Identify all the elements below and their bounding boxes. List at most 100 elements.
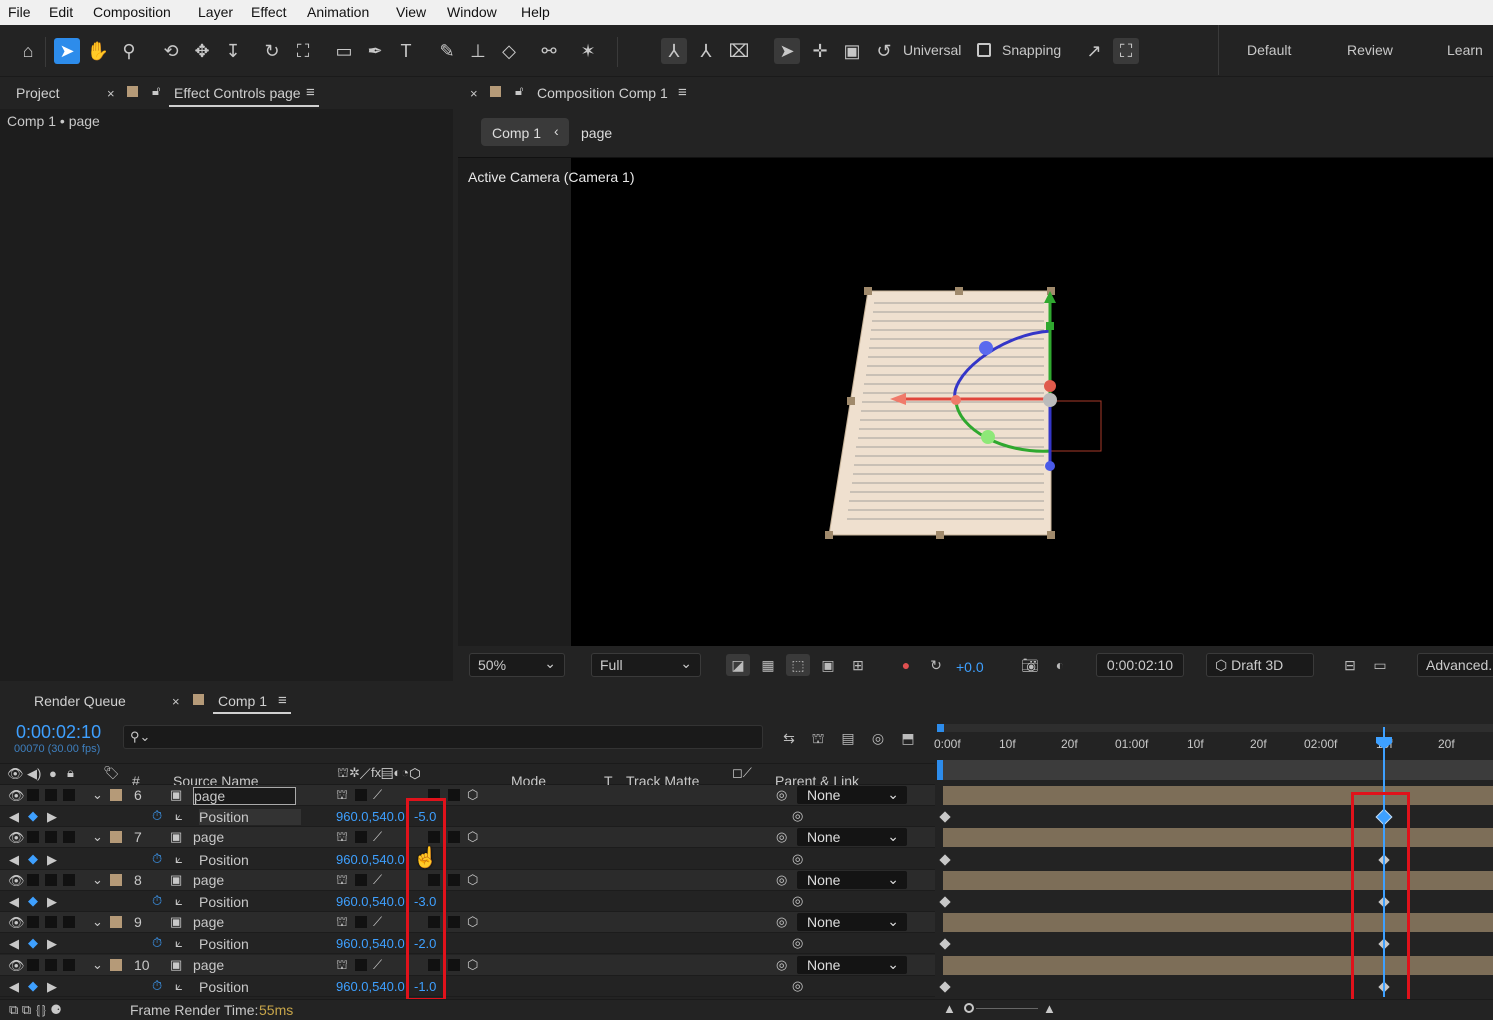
clone-stamp-icon[interactable]: ⊥ — [465, 38, 491, 64]
visibility-eye-icon[interactable]: 👁︎ — [8, 830, 25, 846]
3d-layer-icon[interactable]: ⬡ — [467, 914, 478, 930]
time-navigator[interactable] — [940, 760, 1493, 780]
prev-keyframe-icon[interactable]: ◀ — [9, 894, 19, 910]
snap-target-icon[interactable]: ⛶ — [1113, 38, 1139, 64]
toggle-switches-icon[interactable]: ⧉ ⧉ ⦃⦄ ⚈ — [9, 1002, 61, 1018]
position-xy-value[interactable]: 960.0,540.0 — [336, 979, 405, 994]
audio-toggle[interactable] — [27, 958, 39, 971]
add-keyframe-icon[interactable]: ◆ — [28, 978, 38, 994]
menu-help[interactable]: Help — [521, 4, 550, 20]
quality-switch-icon[interactable]: ⟋ — [373, 829, 382, 845]
panel-menu-icon[interactable]: ≡ — [306, 84, 315, 101]
solo-toggle[interactable] — [45, 916, 57, 929]
adjustment-switch[interactable] — [448, 789, 460, 801]
pan-camera-icon[interactable]: ✥ — [189, 38, 215, 64]
pick-whip-icon[interactable]: ◎ — [776, 787, 787, 803]
snap-options-icon[interactable]: ↗ — [1081, 38, 1107, 64]
next-keyframe-icon[interactable]: ▶ — [47, 852, 57, 868]
layer-row[interactable]: 👁︎ ⌄ 6 ▣ page ⛫ ⟋ ⬡ ◎ None ⌄ — [0, 785, 1493, 806]
workspace-learn[interactable]: Learn — [1447, 42, 1483, 58]
adjustment-switch[interactable] — [448, 831, 460, 844]
layer-label-swatch[interactable] — [110, 831, 122, 844]
workspace-review[interactable]: Review — [1347, 42, 1393, 58]
chevron-down-icon[interactable]: ⌄ — [92, 787, 103, 803]
chevron-down-icon[interactable]: ⌄ — [92, 957, 103, 973]
position-xy-value[interactable]: 960.0,540.0 — [336, 894, 405, 909]
stopwatch-icon[interactable]: ⏱︎ — [152, 808, 162, 824]
graph-icon[interactable]: ⟀ — [175, 893, 183, 909]
pick-whip-icon[interactable]: ◎ — [776, 872, 787, 888]
3d-scale-icon[interactable]: ▣ — [839, 38, 865, 64]
comp-mini-flowchart-icon[interactable]: ⇆ — [777, 727, 801, 749]
layer-row[interactable]: 👁︎ ⌄ 8 ▣ page ⛫ ⟋ ⬡ ◎ None ⌄ — [0, 869, 1493, 891]
graph-icon[interactable]: ⟀ — [175, 851, 183, 867]
stopwatch-icon[interactable]: ⏱︎ — [152, 978, 162, 994]
quality-switch-icon[interactable]: ⟋ — [373, 914, 382, 930]
snapping-checkbox[interactable] — [977, 43, 991, 57]
shy-switch-icon[interactable]: ⛫ — [336, 914, 348, 932]
parent-dropdown[interactable]: None ⌄ — [797, 913, 907, 932]
graph-editor-icon[interactable]: ⬒ — [896, 727, 920, 749]
add-keyframe-icon[interactable]: ◆ — [28, 851, 38, 867]
layer-breadcrumb[interactable]: page — [581, 125, 612, 141]
rectangle-tool-icon[interactable]: ▭ — [331, 38, 357, 64]
property-row[interactable]: ◀ ◆ ▶ ⏱︎ ⟀ Position 960.0,540.0 -5.0 ◎ — [0, 806, 1493, 828]
layer-name[interactable]: page — [193, 829, 224, 845]
keyframe-start[interactable] — [939, 811, 951, 823]
visibility-eye-icon[interactable]: 👁︎ — [8, 788, 25, 804]
layer-duration-bar[interactable] — [943, 913, 1493, 933]
prev-keyframe-icon[interactable]: ◀ — [9, 979, 19, 995]
position-xy-value[interactable]: 960.0,540.0 — [336, 809, 405, 824]
layer-duration-bar[interactable] — [943, 786, 1493, 805]
current-time-field[interactable]: 0:00:02:10 — [1096, 653, 1184, 677]
position-xy-value[interactable]: 960.0,540.0 — [336, 852, 405, 867]
shy-layers-icon[interactable]: ▤ — [836, 727, 860, 749]
collapse-switch[interactable] — [355, 831, 367, 844]
parent-dropdown[interactable]: None ⌄ — [797, 955, 907, 974]
parent-dropdown[interactable]: None ⌄ — [797, 828, 907, 847]
layer-label-swatch[interactable] — [110, 873, 122, 886]
zoom-slider-handle[interactable] — [964, 1003, 974, 1013]
work-area-bar[interactable] — [937, 724, 1493, 732]
layer-row[interactable]: 👁︎ ⌄ 10 ▣ page ⛫ ⟋ ⬡ ◎ None ⌄ — [0, 954, 1493, 976]
lock-icon[interactable]: 🔓︎ — [152, 83, 160, 99]
3d-layer-icon[interactable]: ⬡ — [467, 787, 478, 803]
layer-name[interactable]: page — [193, 872, 224, 888]
orbit-camera-icon[interactable]: ⟲ — [158, 38, 184, 64]
add-keyframe-icon[interactable]: ◆ — [28, 893, 38, 909]
zoom-out-icon[interactable]: ▲ — [943, 1001, 956, 1016]
layer-row[interactable]: 👁︎ ⌄ 9 ▣ page ⛫ ⟋ ⬡ ◎ None ⌄ — [0, 912, 1493, 934]
expression-pick-whip-icon[interactable]: ◎ — [792, 935, 803, 951]
current-time-display[interactable]: 0:00:02:10 — [16, 722, 101, 743]
snapping-label[interactable]: Snapping — [1002, 42, 1061, 58]
snapshot-icon[interactable]: 📷︎ — [1018, 654, 1042, 676]
transparency-grid-icon[interactable]: ▦ — [756, 654, 780, 676]
quality-switch-icon[interactable]: ⟋ — [373, 787, 382, 803]
draft-3d-toggle-icon[interactable]: ⛫ — [806, 727, 830, 749]
lock-toggle[interactable] — [63, 916, 75, 929]
hand-tool-icon[interactable]: ✋ — [85, 38, 111, 64]
pan-behind-tool-icon[interactable]: ⛶ — [290, 38, 316, 64]
prev-keyframe-icon[interactable]: ◀ — [9, 936, 19, 952]
stopwatch-icon[interactable]: ⏱︎ — [152, 851, 162, 867]
local-axis-icon[interactable]: ⅄ — [661, 38, 687, 64]
page-layer-3d-view[interactable] — [818, 279, 1118, 549]
shy-switch-icon[interactable]: ⛫ — [336, 957, 348, 975]
shy-switch-icon[interactable]: ⛫ — [336, 829, 348, 847]
region-of-interest-icon[interactable]: ▣ — [816, 654, 840, 676]
puppet-pin-icon[interactable]: ✶ — [575, 38, 601, 64]
panel-menu-icon[interactable]: ≡ — [678, 84, 687, 101]
next-keyframe-icon[interactable]: ▶ — [47, 936, 57, 952]
solo-toggle[interactable] — [45, 789, 57, 801]
reset-exposure-icon[interactable]: ↻ — [924, 654, 948, 676]
menu-composition[interactable]: Composition — [93, 4, 171, 20]
expression-pick-whip-icon[interactable]: ◎ — [792, 978, 803, 994]
graph-icon[interactable]: ⟀ — [175, 808, 183, 824]
magnification-dropdown[interactable]: 50% ⌄ — [469, 653, 565, 677]
adjustment-switch[interactable] — [448, 958, 460, 971]
zoom-tool-icon[interactable]: ⚲ — [116, 38, 142, 64]
mask-visibility-icon[interactable]: ⬚ — [786, 654, 810, 676]
layer-name[interactable]: page — [193, 787, 297, 805]
layer-duration-bar[interactable] — [943, 870, 1493, 890]
3d-layer-icon[interactable]: ⬡ — [467, 872, 478, 888]
